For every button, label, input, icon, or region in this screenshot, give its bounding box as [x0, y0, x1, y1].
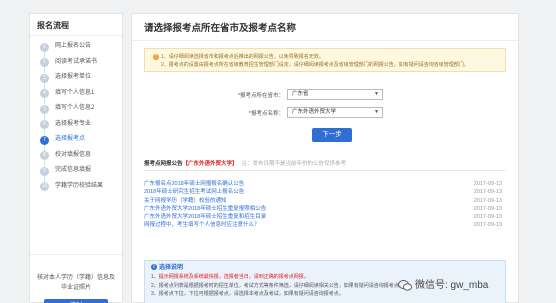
bulletin-date: 2017-09-13	[473, 181, 502, 187]
bulletin-site-name[interactable]: 【广东外语外贸大学】	[183, 161, 238, 167]
site-label: *报考点名称：	[248, 111, 284, 117]
explain-highlight: 提示网报系统及系统最快报，选报者当日，请到正确的报考点网报。	[158, 274, 309, 280]
bulletin-title: 报考点网报公告	[144, 161, 183, 167]
step-label: 填写个人信息1	[55, 89, 95, 96]
step-number: 6	[40, 120, 49, 129]
step-label: 完成信息填报	[55, 167, 92, 173]
info-icon: i	[151, 264, 157, 271]
step-number: 8	[40, 151, 49, 160]
wechat-icon	[398, 279, 412, 291]
bulletin-link[interactable]: 广东外语外贸大学2018年硕士招生重复和招生目录	[144, 214, 266, 220]
step-list: 1 网上报名公告 2 阅读考试承诺书 3 选择报考单位 4 填写个人信息1 5 填写个人信…	[30, 36, 122, 194]
main-panel: 请选择报考点所在省市及报考点名称 ! 1、请仔细阅读选择省市和报考点后推出的网报公…	[131, 13, 519, 303]
notice-text: 2、报考点的设置由报考点所在省级教育招生管理部门设定，请仔细阅读报考点及省级管理…	[161, 62, 469, 68]
bulletin-link[interactable]: 2018年硕士研究生招生考试网上报名公告	[144, 189, 244, 195]
step-label: 填写个人信息2	[55, 105, 95, 111]
xueli-question-2: 毕业证照片	[60, 285, 91, 291]
step-number: 7	[40, 135, 49, 145]
notice-line: 2、报考点的设置由报考点所在省级教育招生管理部门设定，请仔细阅读报考点及省级管理…	[153, 61, 497, 69]
xueli-question: 核对本人学历（学籍）信息及	[36, 275, 115, 281]
step-label: 学籍学历校验结果	[55, 182, 104, 189]
step-10[interactable]: 10 学籍学历校验结果	[30, 179, 122, 195]
step-5[interactable]: 5 填写个人信息2	[30, 101, 122, 120]
sidebar: 报名流程 1 网上报名公告 2 阅读考试承诺书 3 选择报考单位 4 填写个人信息1 5…	[29, 13, 123, 303]
step-3[interactable]: 3 选择报考单位	[30, 70, 122, 89]
bulletin-link[interactable]: 广东外语外贸大学2018年硕士招生重复报照相公告	[144, 206, 266, 212]
step-4[interactable]: 4 填写个人信息1	[30, 86, 122, 104]
sidebar-title: 报名流程	[30, 14, 122, 36]
bulletin-tip: 注：发布日期不是当前年份的公告仅供参考	[241, 161, 347, 167]
watermark-text: 微信号: gw_mba	[415, 280, 489, 291]
bulletin-item[interactable]: 广东报名点2018年硕士网报报名确认公告 2017-09-13	[144, 180, 506, 188]
step-label: 校对填报信息	[55, 151, 92, 158]
site-select[interactable]: 广东外语外贸大学 ▼	[287, 107, 383, 118]
page-title: 请选择报考点所在省市及报考点名称	[132, 14, 518, 41]
explain-text: 2、报考点列表是根据报考时的招生单位，考试方式等条件筛选，请仔细阅读相关公告，如…	[151, 282, 404, 289]
step-number: 3	[40, 73, 49, 83]
step-label: 阅读考试承诺书	[55, 58, 98, 65]
step-2[interactable]: 2 阅读考试承诺书	[30, 55, 122, 73]
bulletin-date: 2017-09-13	[473, 214, 502, 221]
step-number: 2	[40, 58, 49, 67]
step-number: 4	[40, 89, 49, 98]
notice-line: ! 1、请仔细阅读选择省市和报考点后推出的网报公告，以免导致报名无效。	[153, 53, 497, 61]
bulletin-link[interactable]: 关于网报学历（学籍）校验的通知	[144, 198, 227, 204]
warning-icon: !	[153, 53, 159, 60]
province-label: *报考点所在省市：	[237, 93, 284, 99]
bulletin-link[interactable]: 网报过程中，考生填写个人信息时应注意什么？	[144, 222, 260, 228]
step-label: 选择报考单位	[55, 74, 92, 80]
xueli-check-box: 核对本人学历（学籍）信息及 毕业证照片 核对	[30, 254, 122, 303]
bulletin-link[interactable]: 广东报名点2018年硕士网报报名确认公告	[144, 181, 244, 187]
site-value: 广东外语外贸大学	[292, 109, 337, 115]
chevron-down-icon: ▼	[374, 91, 379, 97]
site-row: *报考点名称： 广东外语外贸大学 ▼	[132, 107, 520, 118]
explain-line: 3、报考点下拉，下拉可根据报考点，请选择本考点及考试，如果有疑问请咨询报考点。	[151, 290, 499, 299]
province-row: *报考点所在省市： 广东省 ▼	[132, 89, 520, 100]
province-select[interactable]: 广东省 ▼	[287, 89, 383, 100]
explain-text: 3、报考点下拉，下拉可根据报考点，请选择本考点及考试，如果有疑问请咨询报考点。	[151, 291, 344, 297]
bulletin-date: 2017-09-13	[473, 197, 502, 204]
explain-title-text: 选择说明	[159, 265, 184, 271]
bulletin-list: 广东报名点2018年硕士网报报名确认公告 2017-09-13 2018年硕士研究…	[144, 180, 506, 230]
chevron-down-icon: ▼	[374, 109, 379, 115]
bulletin-date: 2017-09-13	[473, 222, 502, 229]
step-number: 9	[40, 166, 49, 176]
step-label: 网上报名公告	[55, 43, 92, 49]
step-6[interactable]: 6 选择报考专业	[30, 117, 122, 135]
step-1[interactable]: 1 网上报名公告	[30, 39, 122, 58]
notice-text: 1、请仔细阅读选择省市和报考点后推出的网报公告，以免导致报名无效。	[161, 54, 324, 60]
bulletin-item[interactable]: 2018年硕士研究生招生考试网上报名公告 2017-09-13	[144, 188, 506, 196]
bulletin-header: 报考点网报公告【广东外语外贸大学】 注：发布日期不是当前年份的公告仅供参考	[144, 157, 506, 171]
bulletin-item[interactable]: 关于网报学历（学籍）校验的通知 2017-09-13	[144, 197, 506, 205]
bulletin-date: 2017-09-13	[473, 189, 502, 196]
step-number: 10	[40, 182, 49, 191]
step-label: 选择报考点	[55, 136, 86, 142]
step-8[interactable]: 8 校对填报信息	[30, 148, 122, 166]
province-value: 广东省	[292, 91, 309, 97]
step-9[interactable]: 9 完成信息填报	[30, 163, 122, 182]
step-label: 选择报考专业	[55, 120, 92, 127]
next-step-button[interactable]: 下一步	[312, 128, 352, 142]
notice-box: ! 1、请仔细阅读选择省市和报考点后推出的网报公告，以免导致报名无效。 2、报考点…	[144, 48, 506, 72]
explain-text: 1、	[151, 274, 159, 280]
bulletin-item[interactable]: 广东外语外贸大学2018年硕士招生重复和招生目录 2017-09-13	[144, 213, 506, 221]
explain-title: i 选择说明	[151, 264, 499, 273]
step-number: 5	[40, 104, 49, 114]
step-7-current[interactable]: 7 选择报考点	[30, 132, 122, 151]
bulletin-date: 2017-09-13	[473, 205, 502, 212]
bulletin-item[interactable]: 广东外语外贸大学2018年硕士招生重复报照相公告 2017-09-13	[144, 205, 506, 213]
wechat-watermark: 微信号: gw_mba	[398, 276, 488, 291]
bulletin-item[interactable]: 网报过程中，考生填写个人信息时应注意什么？ 2017-09-13	[144, 221, 506, 229]
verify-button[interactable]: 核对	[44, 299, 108, 303]
step-number: 1	[40, 42, 49, 52]
